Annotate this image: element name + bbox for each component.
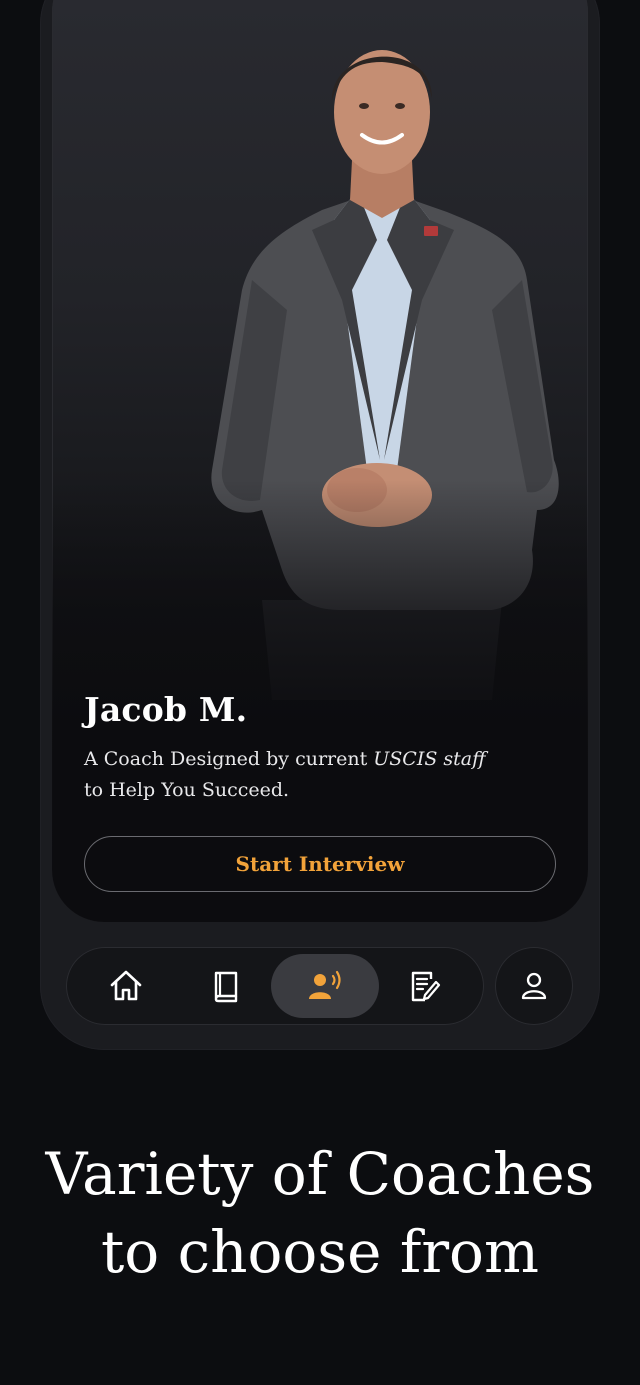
home-icon (110, 970, 142, 1001)
coach-description: A Coach Designed by current USCIS staff … (84, 744, 504, 806)
promo-headline-line2: to choose from (101, 1218, 539, 1286)
book-icon (214, 971, 238, 1003)
tab-study[interactable] (172, 954, 280, 1018)
bottom-tab-bar (66, 947, 484, 1025)
coach-description-emphasis: USCIS staff (373, 748, 486, 770)
user-icon (521, 972, 547, 1000)
promo-headline-line1: Variety of Coaches (45, 1140, 595, 1208)
start-interview-button[interactable]: Start Interview (84, 836, 556, 892)
tab-home[interactable] (72, 954, 180, 1018)
tab-tests[interactable] (370, 954, 478, 1018)
coach-name: Jacob M. (84, 690, 248, 729)
coach-voice-icon (309, 970, 341, 999)
coach-description-line2: to Help You Succeed. (84, 779, 290, 801)
profile-button[interactable] (495, 947, 573, 1025)
notes-edit-icon (411, 971, 441, 1002)
coach-description-prefix: A Coach Designed by current (84, 748, 374, 770)
tab-coach[interactable] (271, 954, 379, 1018)
